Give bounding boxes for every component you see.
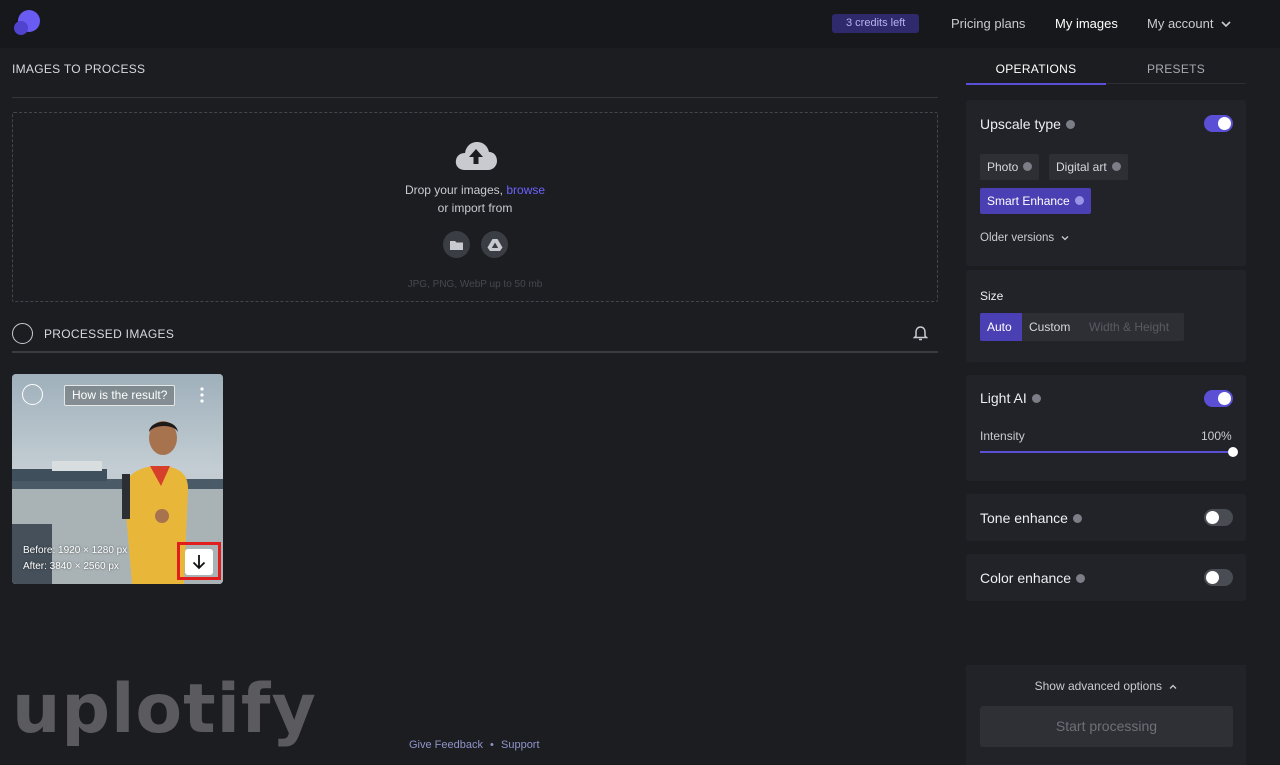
chevron-down-icon: [1061, 236, 1069, 241]
intensity-value: 100%: [1201, 429, 1232, 443]
tab-active-indicator: [966, 83, 1106, 85]
toggle-knob: [1206, 571, 1219, 584]
start-processing-button[interactable]: Start processing: [980, 706, 1233, 747]
browse-link[interactable]: browse: [506, 183, 545, 197]
light-ai-label: Light AI: [980, 390, 1027, 406]
size-auto-button[interactable]: Auto: [980, 313, 1022, 341]
watermark-logo: uplotify: [12, 670, 317, 749]
nav-my-images[interactable]: My images: [1055, 16, 1118, 31]
images-to-process-heading: IMAGES TO PROCESS: [12, 62, 146, 76]
info-icon[interactable]: [1065, 119, 1075, 129]
color-enhance-title: Color enhance: [980, 570, 1086, 586]
toggle-knob: [1206, 511, 1219, 524]
divider: [12, 97, 938, 98]
size-custom-button[interactable]: Custom: [1022, 313, 1082, 341]
supported-formats: JPG, PNG, WebP up to 50 mb: [407, 279, 543, 290]
toggle-knob: [1218, 117, 1231, 130]
color-enhance-label: Color enhance: [980, 570, 1072, 586]
folder-icon: [450, 240, 463, 250]
light-ai-toggle[interactable]: [1204, 390, 1233, 407]
more-options-icon[interactable]: [196, 386, 208, 404]
option-smart-enhance-label: Smart Enhance: [987, 194, 1070, 208]
upscale-type-label: Upscale type: [980, 116, 1061, 132]
import-folder-button[interactable]: [443, 231, 470, 258]
intensity-slider-track[interactable]: [980, 451, 1233, 453]
nav-pricing-plans[interactable]: Pricing plans: [951, 16, 1025, 31]
info-icon[interactable]: [1111, 162, 1121, 172]
divider: [12, 351, 938, 353]
upscale-type-toggle[interactable]: [1204, 115, 1233, 132]
after-resolution: After: 3840 × 2560 px: [23, 561, 119, 572]
download-arrow-icon: [192, 555, 206, 570]
tone-enhance-title: Tone enhance: [980, 510, 1082, 526]
select-all-checkbox[interactable]: [12, 323, 33, 344]
info-icon[interactable]: [1074, 196, 1084, 206]
light-ai-title: Light AI: [980, 390, 1041, 406]
size-width-height-button[interactable]: Width & Height: [1082, 313, 1184, 341]
color-enhance-panel: Color enhance: [966, 554, 1246, 601]
option-digital-art[interactable]: Digital art: [1049, 154, 1128, 180]
highlight-box: [177, 542, 221, 580]
tab-operations[interactable]: OPERATIONS: [966, 62, 1106, 76]
tab-presets[interactable]: PRESETS: [1106, 62, 1246, 76]
info-icon[interactable]: [1076, 573, 1086, 583]
nav-my-account[interactable]: My account: [1147, 16, 1231, 31]
nav-my-account-label: My account: [1147, 16, 1214, 31]
give-feedback-link[interactable]: Give Feedback: [409, 739, 483, 751]
drop-text: Drop your images,: [404, 183, 503, 197]
logo-icon[interactable]: [12, 9, 42, 37]
older-versions-dropdown[interactable]: Older versions: [980, 232, 1069, 244]
option-photo-label: Photo: [987, 160, 1019, 174]
feedback-prompt[interactable]: How is the result?: [64, 385, 176, 406]
footer-separator: •: [490, 739, 494, 751]
google-drive-icon: [487, 238, 502, 251]
tone-enhance-panel: Tone enhance: [966, 494, 1246, 541]
intensity-label: Intensity: [980, 429, 1025, 443]
drop-instructions: Drop your images, browse: [0, 183, 950, 197]
intensity-slider-handle[interactable]: [1228, 447, 1238, 457]
tone-enhance-toggle[interactable]: [1204, 509, 1233, 526]
option-smart-enhance[interactable]: Smart Enhance: [980, 188, 1091, 214]
info-icon[interactable]: [1031, 393, 1041, 403]
option-digital-art-label: Digital art: [1056, 160, 1107, 174]
processed-images-heading: PROCESSED IMAGES: [44, 327, 175, 341]
cloud-upload-icon: [455, 142, 497, 170]
option-photo[interactable]: Photo: [980, 154, 1040, 180]
upscale-type-title: Upscale type: [980, 116, 1075, 132]
color-enhance-toggle[interactable]: [1204, 569, 1233, 586]
import-google-drive-button[interactable]: [481, 231, 508, 258]
show-advanced-options[interactable]: Show advanced options: [966, 679, 1246, 693]
top-bar: 3 credits left Pricing plans My images M…: [0, 0, 1280, 48]
support-link[interactable]: Support: [501, 739, 540, 751]
import-text: or import from: [437, 201, 513, 215]
tab-divider: [1106, 83, 1246, 84]
processed-image-card[interactable]: How is the result? Before: 1920 × 1280 p…: [12, 374, 223, 584]
upscale-type-panel: Upscale type Photo Digital art Smart Enh…: [966, 100, 1246, 266]
chevron-up-icon: [1169, 684, 1177, 689]
info-icon[interactable]: [1072, 513, 1082, 523]
size-title: Size: [980, 289, 1004, 303]
older-versions-label: Older versions: [980, 232, 1055, 244]
image-select-checkbox[interactable]: [22, 384, 43, 405]
info-icon[interactable]: [1023, 162, 1033, 172]
bell-icon[interactable]: [912, 325, 929, 342]
tone-enhance-label: Tone enhance: [980, 510, 1068, 526]
show-advanced-options-label: Show advanced options: [1034, 679, 1163, 693]
credits-badge[interactable]: 3 credits left: [832, 14, 920, 33]
light-ai-panel: Light AI Intensity 100%: [966, 375, 1246, 481]
before-resolution: Before: 1920 × 1280 px: [23, 545, 128, 556]
chevron-down-icon: [1221, 21, 1231, 28]
download-button[interactable]: [185, 549, 213, 575]
toggle-knob: [1218, 392, 1231, 405]
